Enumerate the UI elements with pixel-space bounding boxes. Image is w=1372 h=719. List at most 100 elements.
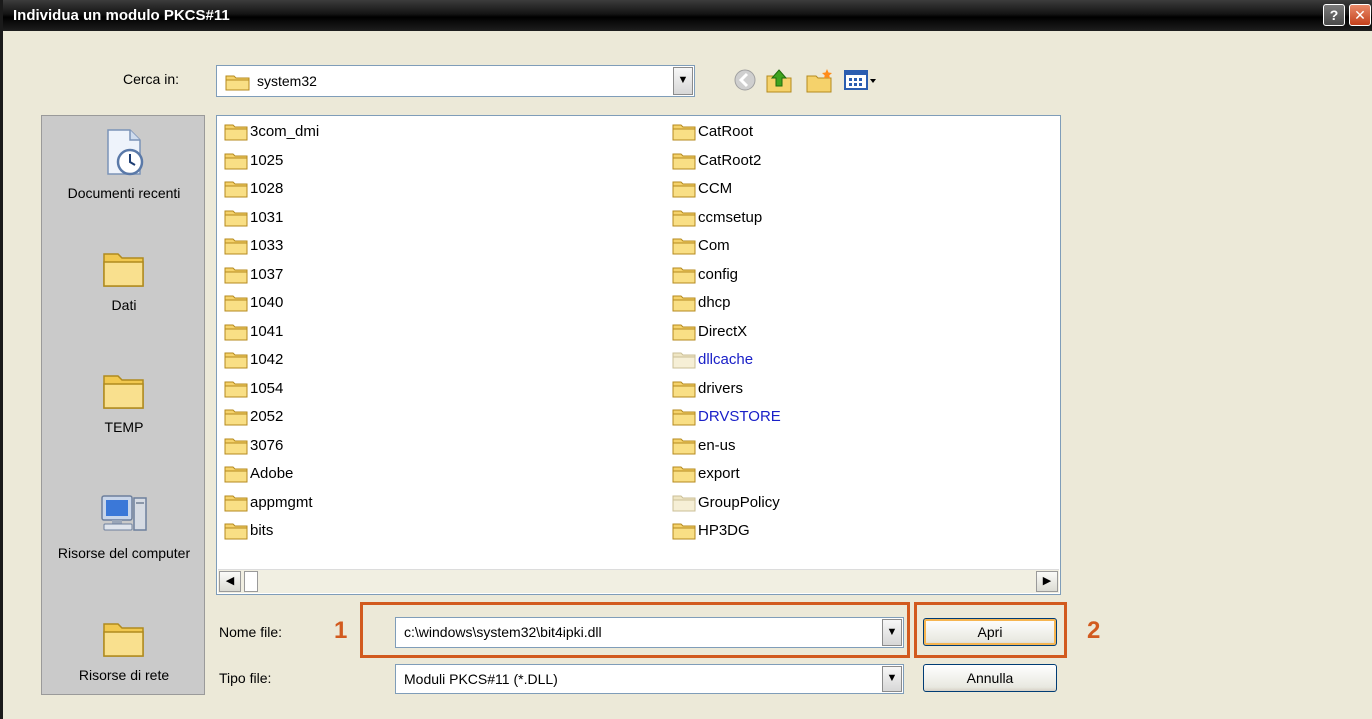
scroll-right-button[interactable]: ▶ xyxy=(1036,571,1058,592)
folder-icon xyxy=(672,210,696,226)
place-label: Risorse di rete xyxy=(78,667,170,683)
cancel-button[interactable]: Annulla xyxy=(923,664,1057,692)
filetype-combo[interactable]: Moduli PKCS#11 (*.DLL) ▼ xyxy=(395,664,904,694)
file-name: dhcp xyxy=(698,294,731,311)
list-item[interactable]: 3076 xyxy=(221,430,661,459)
callout-box-2 xyxy=(914,602,1067,658)
list-item[interactable]: HP3DG xyxy=(669,515,1059,544)
list-item[interactable]: bits xyxy=(221,515,661,544)
filetype-value: Moduli PKCS#11 (*.DLL) xyxy=(404,671,558,687)
list-item[interactable]: 1040 xyxy=(221,287,661,316)
file-name: GroupPolicy xyxy=(698,493,780,511)
close-icon: ✕ xyxy=(1354,7,1366,23)
filetype-dropdown-button[interactable]: ▼ xyxy=(882,666,902,692)
list-item[interactable]: 1042 xyxy=(221,344,661,373)
new-folder-icon[interactable] xyxy=(805,68,833,94)
folder-icon xyxy=(672,181,696,198)
title-bar: Individua un modulo PKCS#11 ? ✕ xyxy=(3,0,1372,31)
list-item[interactable]: GroupPolicy xyxy=(669,487,1059,516)
list-item[interactable]: 1025 xyxy=(221,145,661,174)
file-name: 1040 xyxy=(250,294,284,311)
list-item[interactable]: 1037 xyxy=(221,259,661,288)
folder-icon xyxy=(224,466,248,483)
file-name: appmgmt xyxy=(250,493,313,511)
list-item[interactable]: appmgmt xyxy=(221,487,661,516)
folder-icon xyxy=(672,295,696,312)
list-item[interactable]: 1031 xyxy=(221,202,661,231)
folder-icon xyxy=(224,124,248,141)
file-name: 3com_dmi xyxy=(250,123,320,140)
list-item[interactable]: export xyxy=(669,458,1059,487)
file-name: 1041 xyxy=(250,322,284,340)
folder-icon xyxy=(672,381,696,397)
folder-icon xyxy=(672,324,696,340)
place-recent-documents[interactable]: Documenti recenti xyxy=(42,126,206,202)
list-item[interactable]: 1028 xyxy=(221,173,661,202)
folder-icon xyxy=(103,623,144,657)
file-name: 1042 xyxy=(250,351,284,368)
file-name: 1025 xyxy=(250,151,284,169)
list-item[interactable]: ccmsetup xyxy=(669,202,1059,231)
list-item[interactable]: Adobe xyxy=(221,458,661,487)
folder-icon xyxy=(224,238,248,255)
place-dati[interactable]: Dati xyxy=(42,248,206,314)
place-label: Dati xyxy=(111,297,137,313)
help-button[interactable]: ? xyxy=(1323,4,1345,26)
folder-icon xyxy=(224,438,248,454)
list-item[interactable]: DRVSTORE xyxy=(669,401,1059,430)
list-item[interactable]: DirectX xyxy=(669,316,1059,345)
help-icon: ? xyxy=(1329,7,1339,23)
file-list[interactable]: 3com_dmi 1025 1028 1031 1033 1037 1040 1041 1042… xyxy=(216,115,1061,595)
file-name: dllcache xyxy=(698,351,754,368)
place-temp[interactable]: TEMP xyxy=(42,370,206,436)
list-item[interactable]: config xyxy=(669,259,1059,288)
lookin-dropdown-button[interactable]: ▼ xyxy=(673,67,693,95)
folder-icon xyxy=(103,375,144,409)
callout-number-2: 2 xyxy=(1087,617,1101,644)
list-item[interactable]: Com xyxy=(669,230,1059,259)
back-icon[interactable] xyxy=(733,68,757,92)
list-item[interactable]: dhcp xyxy=(669,287,1059,316)
list-item[interactable]: CatRoot2 xyxy=(669,145,1059,174)
folder-icon xyxy=(224,409,248,426)
filename-label: Nome file: xyxy=(219,624,283,640)
list-item[interactable]: 2052 xyxy=(221,401,661,430)
folder-icon xyxy=(224,495,248,511)
chevron-down-icon: ▼ xyxy=(886,672,898,684)
list-item[interactable]: 3com_dmi xyxy=(221,116,661,145)
file-name: 1028 xyxy=(250,180,284,197)
list-item[interactable]: CatRoot xyxy=(669,116,1059,145)
folder-icon xyxy=(672,238,696,255)
callout-box-1 xyxy=(360,602,910,658)
file-name: en-us xyxy=(698,436,736,454)
place-label: Risorse del computer xyxy=(57,545,191,561)
list-item[interactable]: CCM xyxy=(669,173,1059,202)
lookin-label: Cerca in: xyxy=(123,71,180,87)
file-name: Adobe xyxy=(250,465,294,482)
list-item[interactable]: 1041 xyxy=(221,316,661,345)
close-button[interactable]: ✕ xyxy=(1349,4,1371,26)
folder-icon xyxy=(672,153,696,169)
lookin-combo[interactable]: system32 ▼ xyxy=(216,65,695,97)
folder-icon xyxy=(672,409,696,426)
folder-icon xyxy=(225,75,250,91)
file-list-column-1: 3com_dmi 1025 1028 1031 1033 1037 1040 1041 1042… xyxy=(221,116,661,544)
file-name: export xyxy=(698,465,740,482)
horizontal-scrollbar[interactable]: ◀ ▶ xyxy=(218,569,1059,593)
filetype-label: Tipo file: xyxy=(219,670,272,686)
place-my-computer[interactable]: Risorse del computer xyxy=(42,492,206,562)
list-item[interactable]: drivers xyxy=(669,373,1059,402)
up-folder-icon[interactable] xyxy=(765,68,793,94)
scroll-left-button[interactable]: ◀ xyxy=(219,571,241,592)
file-name: DRVSTORE xyxy=(698,408,781,425)
list-item[interactable]: 1033 xyxy=(221,230,661,259)
file-name: 1054 xyxy=(250,379,284,397)
list-item[interactable]: dllcache xyxy=(669,344,1059,373)
callout-number-1: 1 xyxy=(334,617,348,644)
place-network[interactable]: Risorse di rete xyxy=(42,618,206,684)
list-item[interactable]: en-us xyxy=(669,430,1059,459)
view-menu-icon[interactable] xyxy=(843,68,879,94)
list-item[interactable]: 1054 xyxy=(221,373,661,402)
scrollbar-thumb[interactable] xyxy=(244,571,258,592)
places-bar: Documenti recenti Dati TEMP Risorse del … xyxy=(41,115,205,695)
